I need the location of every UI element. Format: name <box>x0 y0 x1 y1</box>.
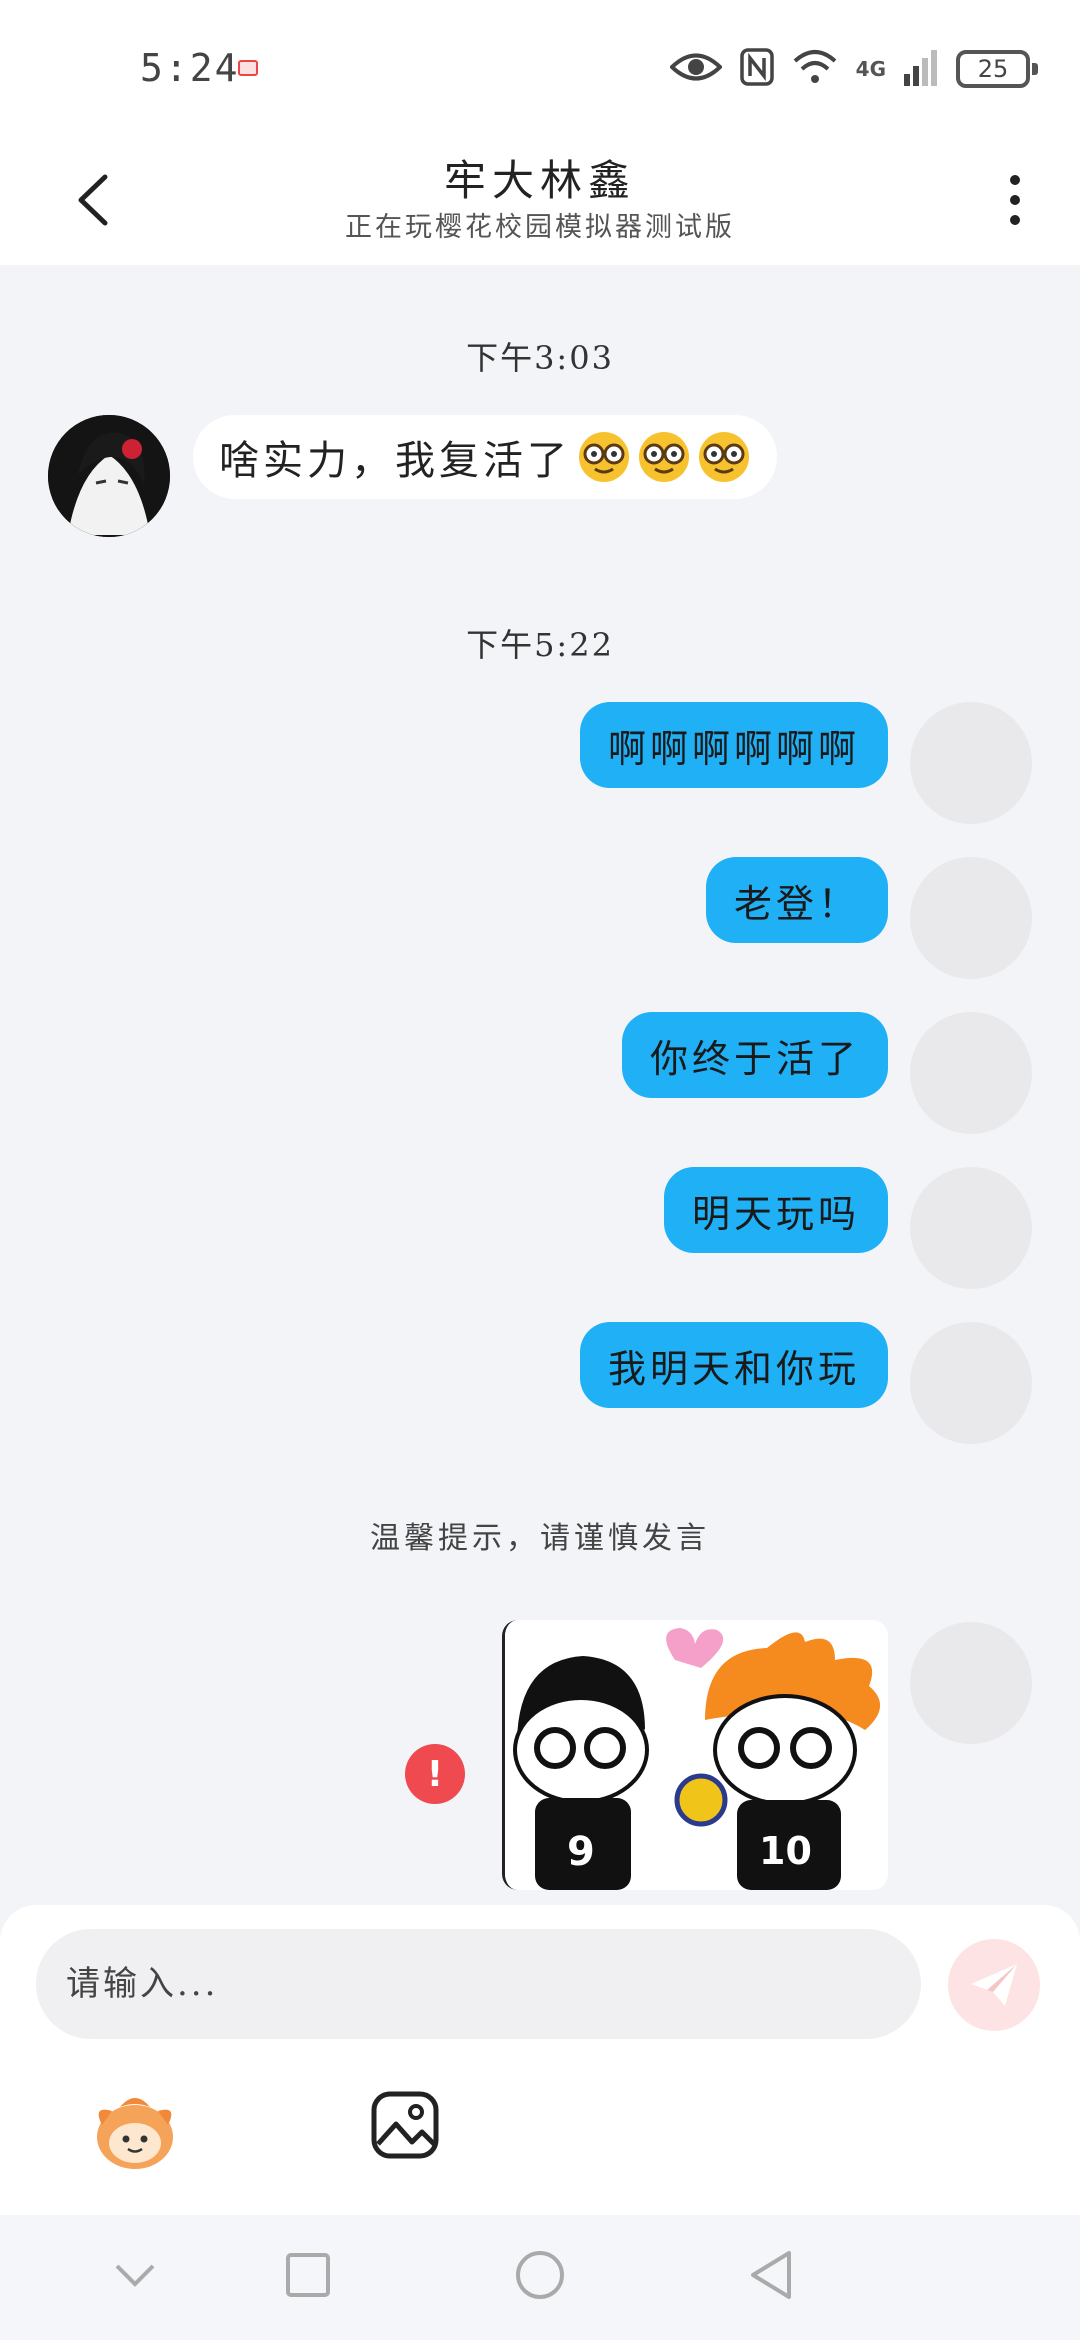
incoming-message-text: 啥实力，我复活了 <box>219 438 571 484</box>
outgoing-message-row: 明天玩吗 <box>0 1167 1080 1291</box>
image-message[interactable]: 9 10 <box>502 1620 888 1890</box>
outgoing-message-bubble[interactable]: 你终于活了 <box>621 1012 888 1098</box>
nerd-face-emoji-icon <box>639 432 689 482</box>
nav-home-button[interactable] <box>510 2245 570 2305</box>
status-time: 5:24 <box>140 46 240 90</box>
input-panel <box>0 1905 1080 2215</box>
more-options-button[interactable] <box>990 165 1040 235</box>
safety-tip: 温馨提示，请谨慎发言 <box>370 1521 710 1556</box>
self-avatar[interactable] <box>910 1012 1032 1134</box>
eye-icon <box>668 50 723 88</box>
notification-icon <box>238 60 258 76</box>
nav-recents-button[interactable] <box>278 2245 338 2305</box>
send-failed-icon[interactable]: ! <box>405 1744 465 1804</box>
contact-avatar[interactable] <box>48 415 170 537</box>
outgoing-message-bubble[interactable]: 明天玩吗 <box>663 1167 888 1253</box>
self-avatar[interactable] <box>910 1622 1032 1744</box>
outgoing-message-row: 啊啊啊啊啊啊 <box>0 702 1080 826</box>
status-bar: 5:24 4G 25 <box>0 0 1080 135</box>
outgoing-message-row: 老登！ <box>0 857 1080 981</box>
nfc-icon <box>739 48 774 90</box>
system-nav-bar <box>0 2215 1080 2340</box>
triangle-back-icon <box>751 2251 791 2299</box>
outgoing-message-bubble[interactable]: 老登！ <box>705 857 888 943</box>
self-avatar[interactable] <box>910 702 1032 824</box>
vertical-dots-icon <box>1010 175 1020 225</box>
svg-text:9: 9 <box>567 1829 595 1875</box>
status-icons: 4G 25 <box>668 44 1038 94</box>
self-avatar[interactable] <box>910 857 1032 979</box>
nav-hide-keyboard-button[interactable] <box>105 2245 165 2305</box>
outgoing-message-bubble[interactable]: 我明天和你玩 <box>579 1322 888 1408</box>
chevron-down-icon <box>115 2264 155 2287</box>
contact-status: 正在玩樱花校园模拟器测试版 <box>345 212 735 243</box>
self-avatar[interactable] <box>910 1167 1032 1289</box>
nerd-face-emoji-icon <box>699 432 749 482</box>
square-icon <box>286 2253 330 2297</box>
contact-name: 牢大林鑫 <box>443 156 636 205</box>
mascot-sticker-icon <box>97 2098 173 2169</box>
message-input[interactable] <box>36 1929 921 2039</box>
paper-plane-icon <box>971 1964 1017 2006</box>
nerd-face-emoji-icon <box>579 432 629 482</box>
self-avatar[interactable] <box>910 1322 1032 1444</box>
signal-icon <box>904 48 938 90</box>
outgoing-message-row: 我明天和你玩 <box>0 1322 1080 1446</box>
battery-icon: 25 <box>956 50 1038 88</box>
circle-icon <box>516 2251 564 2299</box>
image-picker-button[interactable] <box>370 2090 440 2160</box>
sticker-button[interactable] <box>90 2085 180 2175</box>
network-type: 4G <box>855 57 886 81</box>
message-timestamp: 下午3:03 <box>466 339 614 377</box>
chat-header: 牢大林鑫 正在玩樱花校园模拟器测试版 <box>0 135 1080 265</box>
chat-screen: 5:24 4G 25 牢大林鑫 正在玩樱花校园模拟器测试版 下午3:03 啥实力… <box>0 0 1080 2340</box>
send-button[interactable] <box>948 1939 1040 2031</box>
incoming-message-bubble[interactable]: 啥实力，我复活了 <box>193 415 777 499</box>
outgoing-message-bubble[interactable]: 啊啊啊啊啊啊 <box>579 702 888 788</box>
nav-back-button[interactable] <box>740 2245 800 2305</box>
message-timestamp: 下午5:22 <box>466 626 614 664</box>
svg-text:10: 10 <box>759 1829 812 1873</box>
outgoing-message-row: 你终于活了 <box>0 1012 1080 1136</box>
wifi-icon <box>792 49 838 89</box>
picture-icon <box>371 2091 439 2159</box>
